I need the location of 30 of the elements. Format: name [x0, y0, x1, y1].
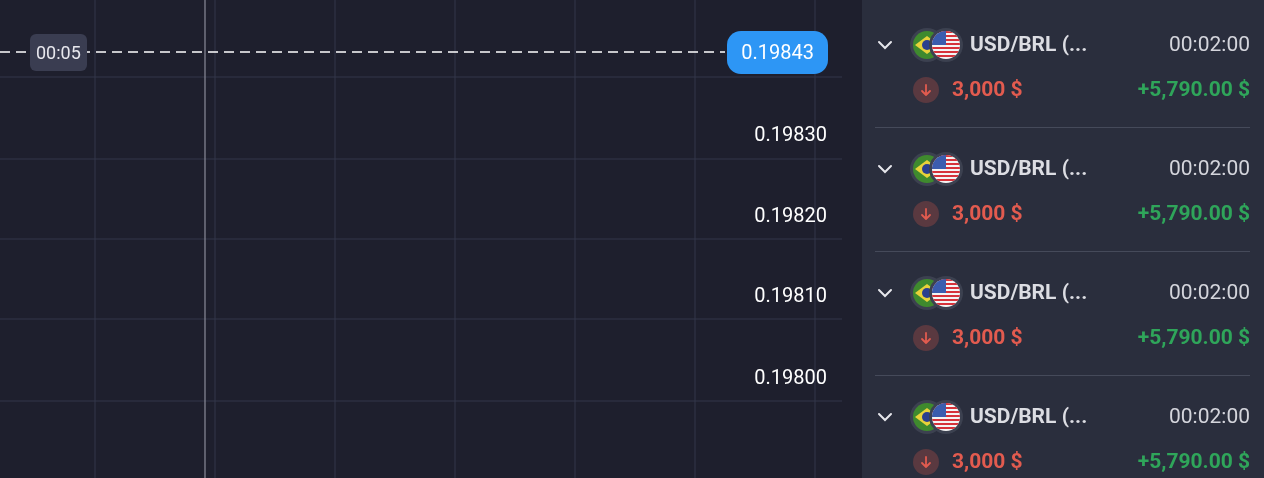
currency-pair: USD/BRL (... — [970, 279, 1088, 307]
currency-flags-icon — [910, 27, 966, 63]
trade-duration: 00:02:00 — [1169, 31, 1250, 59]
price-axis-label: 0.19820 — [754, 203, 827, 227]
trade-profit: +5,790.00 $ — [1137, 76, 1250, 104]
currency-flags-icon — [910, 399, 966, 435]
chevron-down-icon[interactable] — [877, 288, 893, 298]
trade-amount: 3,000 $ — [952, 324, 1023, 352]
trade-duration: 00:02:00 — [1169, 279, 1250, 307]
trade-amount: 3,000 $ — [952, 200, 1023, 228]
chevron-down-icon[interactable] — [877, 40, 893, 50]
trade-profit: +5,790.00 $ — [1137, 448, 1250, 476]
price-axis-label: 0.19810 — [754, 283, 827, 307]
trade-profit: +5,790.00 $ — [1137, 324, 1250, 352]
trade-amount: 3,000 $ — [952, 76, 1023, 104]
trade-duration: 00:02:00 — [1169, 403, 1250, 431]
timer-label: 00:05 — [30, 34, 87, 71]
trade-duration: 00:02:00 — [1169, 155, 1250, 183]
trade-amount: 3,000 $ — [952, 448, 1023, 476]
price-axis-label: 0.19830 — [754, 122, 827, 146]
chevron-down-icon[interactable] — [877, 412, 893, 422]
currency-pair: USD/BRL (... — [970, 403, 1088, 431]
currency-pair: USD/BRL (... — [970, 31, 1088, 59]
trade-profit: +5,790.00 $ — [1137, 200, 1250, 228]
current-price-badge: 0.19843 — [727, 31, 828, 74]
chevron-down-icon[interactable] — [877, 164, 893, 174]
price-axis-label: 0.19800 — [754, 365, 827, 389]
currency-pair: USD/BRL (... — [970, 155, 1088, 183]
currency-flags-icon — [910, 151, 966, 187]
currency-flags-icon — [910, 275, 966, 311]
